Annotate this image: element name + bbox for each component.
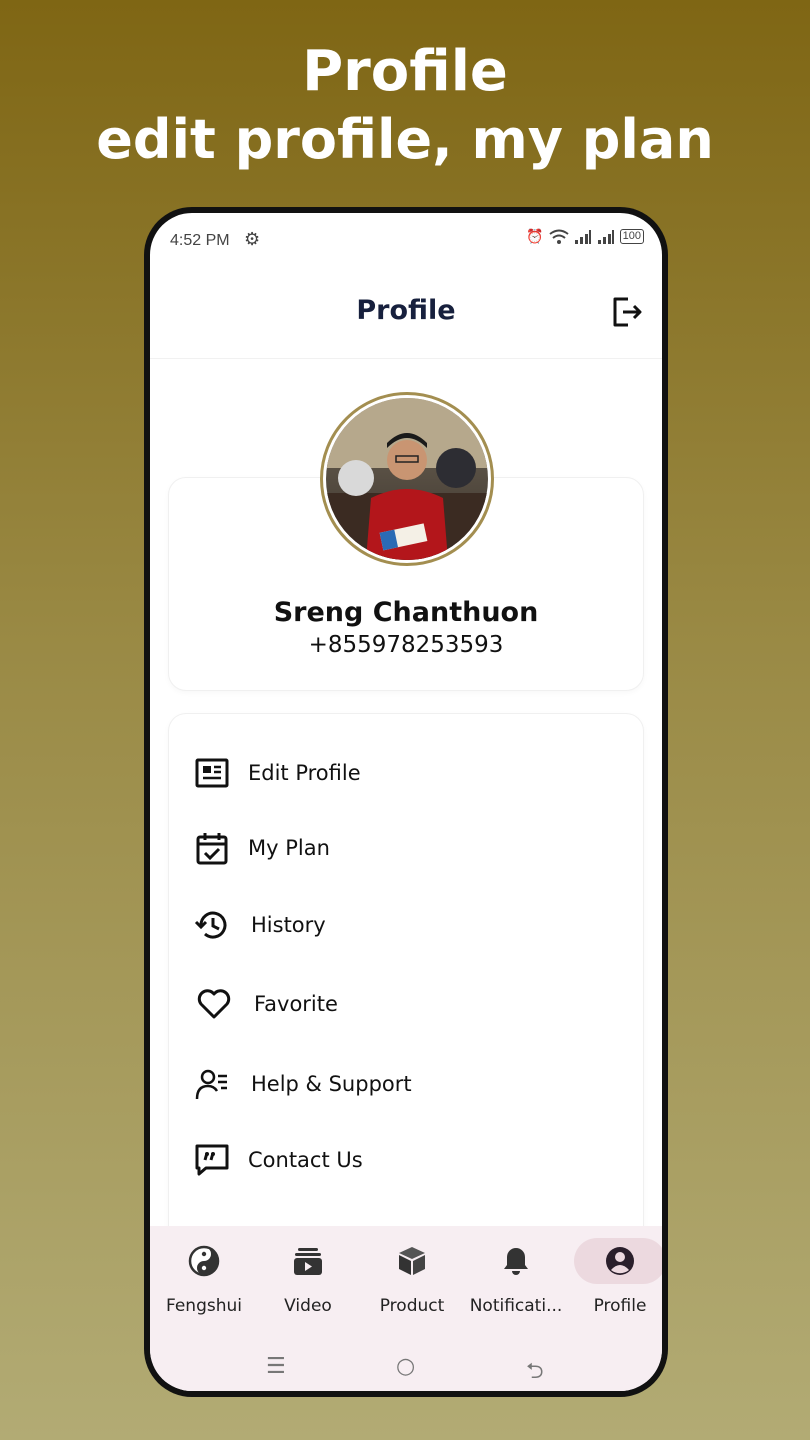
nav-label: Video — [284, 1296, 332, 1316]
nav-item-product[interactable]: Product — [360, 1238, 464, 1316]
promo-subtitle: edit profile, my plan — [96, 108, 714, 171]
status-time: 4:52 PM — [170, 232, 230, 249]
menu-item-label: My Plan — [248, 836, 330, 860]
menu-item-label: History — [251, 913, 326, 937]
menu-item-my-plan[interactable]: My Plan — [194, 826, 330, 870]
recents-icon[interactable]: ☰ — [266, 1354, 286, 1379]
promo-title: Profile — [302, 39, 508, 104]
user-name: Sreng Chanthuon — [273, 597, 539, 628]
wifi-icon — [549, 229, 569, 244]
page-title: Profile — [356, 295, 456, 326]
box-icon — [399, 1247, 425, 1275]
nav-pill — [158, 1238, 250, 1284]
profile-card-icon — [195, 758, 229, 788]
promo-header: Profile edit profile, my plan — [0, 38, 810, 174]
bottom-navigation: Fengshui Video Product Notificati... Pro… — [150, 1226, 662, 1391]
app-bar: Profile — [150, 259, 662, 359]
nav-pill — [470, 1238, 562, 1284]
signal-icon — [574, 229, 591, 244]
status-bar: 4:52 PM ⚙ ⏰ 100 — [150, 213, 662, 259]
heart-icon — [197, 989, 231, 1019]
nav-item-video[interactable]: Video — [256, 1238, 360, 1316]
menu-item-favorite[interactable]: Favorite — [194, 982, 338, 1026]
menu-item-help-support[interactable]: Help & Support — [194, 1062, 412, 1106]
chat-quote-icon — [195, 1144, 229, 1176]
menu-item-history[interactable]: History — [194, 903, 326, 947]
home-icon[interactable]: ○ — [396, 1354, 415, 1379]
alarm-icon: ⏰ — [526, 228, 544, 244]
bell-icon — [504, 1248, 528, 1275]
user-phone: +855978253593 — [308, 632, 504, 658]
menu-item-label: Help & Support — [251, 1072, 412, 1096]
history-icon — [194, 911, 227, 939]
support-icon — [195, 1069, 227, 1100]
nav-item-profile[interactable]: Profile — [568, 1238, 662, 1316]
back-icon[interactable]: ⮌ — [526, 1354, 544, 1391]
menu-item-label: Favorite — [254, 992, 338, 1016]
logout-icon[interactable] — [610, 295, 644, 329]
phone-frame: 4:52 PM ⚙ ⏰ 100 Profile Sreng Chanthuon … — [144, 207, 668, 1397]
nav-pill-active — [574, 1238, 662, 1284]
avatar-photo — [326, 398, 488, 560]
menu-item-contact-us[interactable]: Contact Us — [194, 1138, 363, 1182]
menu-item-label: Contact Us — [248, 1148, 363, 1172]
nav-label: Notificati... — [469, 1296, 563, 1316]
video-icon — [294, 1248, 322, 1275]
nav-item-fengshui[interactable]: Fengshui — [152, 1238, 256, 1316]
nav-label: Product — [379, 1296, 445, 1316]
nav-pill — [262, 1238, 354, 1284]
signal-icon-2 — [597, 229, 614, 244]
nav-label: Fengshui — [165, 1296, 242, 1316]
yin-yang-icon — [188, 1245, 220, 1277]
battery-icon: 100 — [619, 229, 644, 244]
menu-item-edit-profile[interactable]: Edit Profile — [194, 751, 361, 795]
menu-item-label: Edit Profile — [248, 761, 361, 785]
avatar[interactable] — [320, 392, 494, 566]
calendar-check-icon — [196, 833, 228, 865]
settings-gear-icon: ⚙ — [244, 229, 261, 249]
nav-item-notifications[interactable]: Notificati... — [464, 1238, 568, 1316]
user-circle-icon — [606, 1247, 634, 1275]
nav-pill — [366, 1238, 458, 1284]
nav-label: Profile — [593, 1296, 647, 1316]
status-icons: ⏰ 100 — [526, 228, 644, 245]
phone-screen: 4:52 PM ⚙ ⏰ 100 Profile Sreng Chanthuon … — [150, 213, 662, 1391]
system-navigation: ☰ ○ ⮌ — [150, 1354, 662, 1384]
